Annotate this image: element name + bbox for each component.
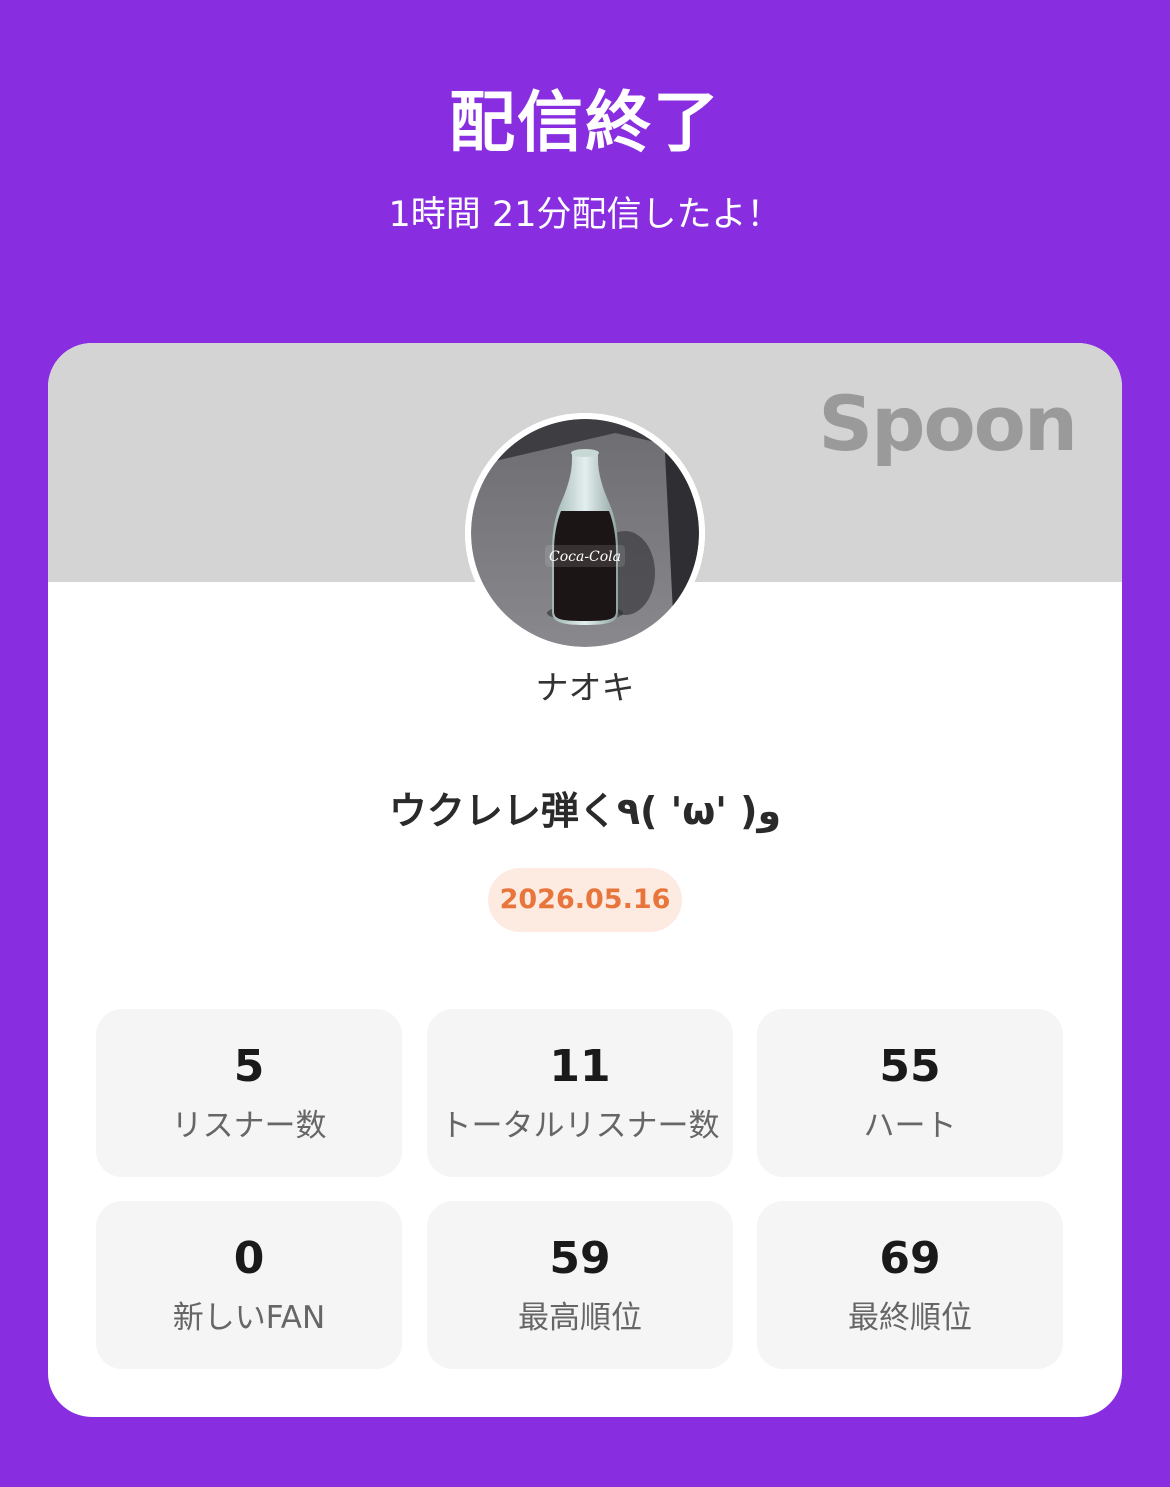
stat-value: 69 [879, 1233, 941, 1284]
stat-final-rank: 69 最終順位 [757, 1201, 1063, 1369]
date-badge: 2026.05.16 [488, 868, 682, 932]
username: ナオキ [535, 668, 635, 707]
stat-value: 0 [233, 1233, 265, 1284]
stat-total-listeners: 11 トータルリスナー数 [427, 1009, 733, 1177]
stat-label: 新しいFAN [172, 1300, 326, 1336]
stat-hearts: 55 ハート [757, 1009, 1063, 1177]
stat-label: 最終順位 [848, 1300, 972, 1336]
stat-value: 5 [233, 1041, 265, 1092]
stat-new-fans: 0 新しいFAN [96, 1201, 402, 1369]
svg-text:Coca-Cola: Coca-Cola [549, 549, 621, 565]
avatar: Coca-Cola [465, 413, 705, 653]
stat-label: ハート [863, 1108, 957, 1144]
broadcast-summary-card: Spoon Coca-Cola ナオキ ウクレレ弾く٩('ω')و 2026… [48, 343, 1122, 1417]
cola-bottle-photo-icon: Coca-Cola [465, 413, 705, 653]
live-title: ウクレレ弾く٩( 'ω' )و [388, 789, 782, 833]
spoon-logo: Spoon [818, 379, 1078, 468]
stat-value: 55 [879, 1041, 941, 1092]
broadcast-duration-text: 1時間 21分配信したよ！ [388, 195, 782, 235]
page-title: 配信終了 [449, 84, 721, 161]
stat-highest-rank: 59 最高順位 [427, 1201, 733, 1369]
stat-label: リスナー数 [171, 1108, 327, 1144]
stat-label: 最高順位 [518, 1300, 642, 1336]
stat-value: 59 [549, 1233, 611, 1284]
stat-listeners: 5 リスナー数 [96, 1009, 402, 1177]
stat-value: 11 [549, 1041, 611, 1092]
stat-label: トータルリスナー数 [440, 1108, 720, 1144]
